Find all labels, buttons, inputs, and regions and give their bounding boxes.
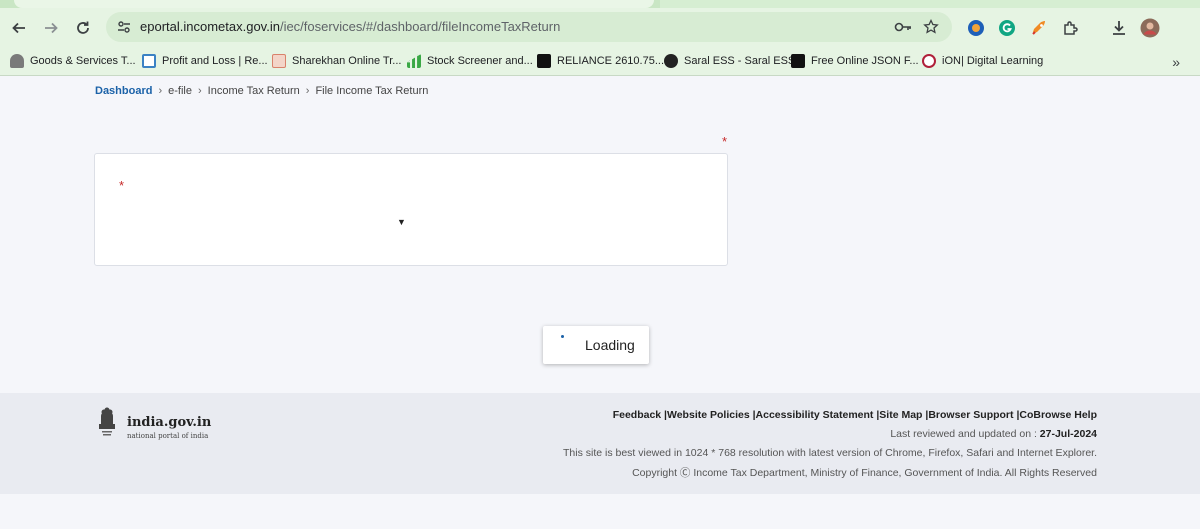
bookmark-saral-ess[interactable]: Saral ESS - Saral ESS xyxy=(664,52,795,70)
globe-icon xyxy=(664,54,678,68)
bookmark-reliance[interactable]: RELIANCE 2610.75... xyxy=(537,52,664,70)
breadcrumb: Dashboard › e-file › Income Tax Return › File … xyxy=(95,85,428,97)
url-host: eportal.incometax.gov.in xyxy=(140,19,280,34)
breadcrumb-efile[interactable]: e-file xyxy=(168,85,192,97)
required-marker: * xyxy=(119,178,125,193)
form-card: * ▼ xyxy=(94,153,728,266)
extension-blue-icon[interactable] xyxy=(965,17,987,39)
pl-icon xyxy=(142,54,156,68)
bookmark-label: Profit and Loss | Re... xyxy=(162,55,268,67)
breadcrumb-separator: › xyxy=(305,85,310,97)
footer-link-website-policies[interactable]: Website Policies xyxy=(667,409,750,421)
ff-icon xyxy=(791,54,805,68)
extensions-puzzle-icon[interactable] xyxy=(1060,17,1082,39)
forward-icon[interactable] xyxy=(40,17,62,39)
rocket-extension-icon[interactable] xyxy=(1028,17,1050,39)
url-text[interactable]: eportal.incometax.gov.in/iec/foservices/… xyxy=(140,19,560,34)
bookmark-label: Saral ESS - Saral ESS xyxy=(684,55,796,67)
footer: india.gov.in national portal of india Fe… xyxy=(0,393,1200,494)
footer-link-browser-support[interactable]: Browser Support xyxy=(928,409,1013,421)
star-icon[interactable] xyxy=(922,18,940,36)
bookmarks-bar: Goods & Services T... Profit and Loss | … xyxy=(0,46,1200,76)
india-gov-subtitle: national portal of india xyxy=(127,432,209,440)
footer-link-feedback[interactable]: Feedback xyxy=(613,409,661,421)
bookmark-profit-loss[interactable]: Profit and Loss | Re... xyxy=(142,52,268,70)
browser-toolbar: eportal.incometax.gov.in/iec/foservices/… xyxy=(0,8,1200,46)
key-icon[interactable] xyxy=(894,18,912,36)
loading-label: Loading xyxy=(585,337,635,353)
tab-strip xyxy=(0,0,1200,8)
spinner-icon xyxy=(561,335,564,338)
breadcrumb-separator: › xyxy=(197,85,202,97)
bookmark-json-formatter[interactable]: Free Online JSON F... xyxy=(791,52,919,70)
footer-links: Feedback |Website Policies |Accessibilit… xyxy=(612,409,1097,421)
national-emblem-icon xyxy=(99,407,115,436)
bookmark-sharekhan[interactable]: Sharekhan Online Tr... xyxy=(272,52,401,70)
bookmark-label: Stock Screener and... xyxy=(427,55,533,67)
loading-indicator: Loading xyxy=(543,326,649,364)
grammarly-icon[interactable] xyxy=(996,17,1018,39)
bookmark-gst[interactable]: Goods & Services T... xyxy=(10,52,136,70)
page-bottom xyxy=(0,494,1200,529)
bookmark-ion[interactable]: iON| Digital Learning xyxy=(922,52,1043,70)
bookmark-label: Sharekhan Online Tr... xyxy=(292,55,402,67)
reload-icon[interactable] xyxy=(72,17,94,39)
last-reviewed-label: Last reviewed and updated on : xyxy=(890,428,1040,440)
sharekhan-icon xyxy=(272,54,286,68)
copyright-text: Copyright Ⓒ Income Tax Department, Minis… xyxy=(632,467,1097,479)
url-path: /iec/foservices/#/dashboard/fileIncomeTa… xyxy=(279,19,561,34)
ion-icon xyxy=(922,54,936,68)
footer-link-site-map[interactable]: Site Map xyxy=(879,409,922,421)
footer-link-accessibility-statement[interactable]: Accessibility Statement xyxy=(756,409,874,421)
last-reviewed: Last reviewed and updated on : 27-Jul-20… xyxy=(890,428,1097,440)
bookmark-label: RELIANCE 2610.75... xyxy=(557,55,665,67)
required-marker: * xyxy=(722,134,728,149)
bookmark-label: iON| Digital Learning xyxy=(942,55,1044,67)
back-icon[interactable] xyxy=(8,17,30,39)
best-viewed-note: This site is best viewed in 1024 * 768 r… xyxy=(562,447,1097,459)
bookmark-label: Free Online JSON F... xyxy=(811,55,919,67)
download-icon[interactable] xyxy=(1108,17,1130,39)
footer-link-cobrowse-help[interactable]: CoBrowse Help xyxy=(1019,409,1097,421)
india-gov-title[interactable]: india.gov.in xyxy=(127,415,211,430)
active-tab[interactable] xyxy=(14,0,654,8)
address-bar[interactable]: eportal.incometax.gov.in/iec/foservices/… xyxy=(106,12,952,42)
profile-avatar-icon[interactable] xyxy=(1139,17,1161,39)
tv-icon xyxy=(537,54,551,68)
bookmark-label: Goods & Services T... xyxy=(30,55,136,67)
gst-icon xyxy=(10,54,24,68)
bookmark-stock-screener[interactable]: Stock Screener and... xyxy=(407,52,533,70)
breadcrumb-file-income-tax-return: File Income Tax Return xyxy=(315,85,429,97)
breadcrumb-separator: › xyxy=(158,85,163,97)
more-bookmarks-icon[interactable]: » xyxy=(1172,54,1180,70)
dropdown-arrow-icon[interactable]: ▼ xyxy=(397,217,406,227)
breadcrumb-dashboard[interactable]: Dashboard xyxy=(95,85,152,97)
chart-bars-icon xyxy=(407,54,421,68)
site-info-icon[interactable] xyxy=(116,19,132,35)
inactive-tab[interactable] xyxy=(660,0,1200,8)
last-reviewed-date: 27-Jul-2024 xyxy=(1039,428,1097,440)
breadcrumb-income-tax-return[interactable]: Income Tax Return xyxy=(208,85,300,97)
